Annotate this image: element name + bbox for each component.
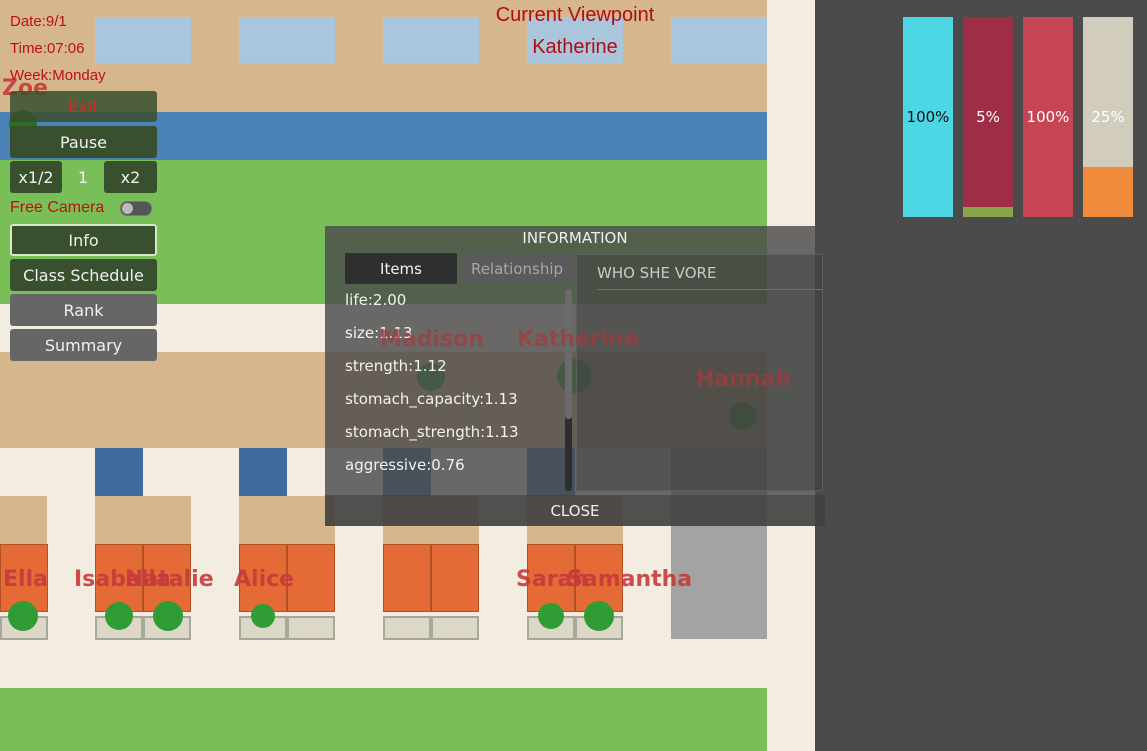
viewpoint-label: Current Viewpoint bbox=[495, 4, 655, 26]
status-bar: 25% bbox=[1083, 17, 1133, 217]
desk bbox=[431, 544, 479, 612]
tab-items[interactable]: Items bbox=[345, 253, 457, 284]
status-bar-label: 100% bbox=[1026, 108, 1070, 126]
character-ella[interactable] bbox=[8, 601, 38, 631]
viewpoint-name: Katherine bbox=[532, 36, 618, 58]
classroom-wall bbox=[95, 496, 191, 544]
date-label: Date:9/1 bbox=[10, 13, 67, 30]
character-name-ella: Ella bbox=[3, 567, 48, 592]
character-name-hannah: Hannah bbox=[696, 367, 792, 392]
status-bar-label: 100% bbox=[906, 108, 950, 126]
status-bar-label: 25% bbox=[1091, 108, 1125, 126]
desk bbox=[287, 544, 335, 612]
classroom-wall bbox=[0, 496, 47, 544]
desk-chair bbox=[431, 616, 479, 640]
time-label: Time:07:06 bbox=[10, 40, 85, 57]
class-schedule-button[interactable]: Class Schedule bbox=[10, 259, 157, 291]
grass-bottom bbox=[0, 688, 767, 751]
vore-divider bbox=[597, 289, 822, 290]
pillar bbox=[239, 448, 287, 496]
slower-button[interactable]: x1/2 bbox=[10, 161, 62, 193]
character-name-natalie: Natalie bbox=[125, 567, 214, 592]
character-isabella[interactable] bbox=[105, 602, 133, 630]
speed-value: 1 bbox=[77, 167, 89, 187]
character-name-alice: Alice bbox=[234, 567, 295, 592]
status-bar: 100% bbox=[903, 17, 953, 217]
summary-button[interactable]: Summary bbox=[10, 329, 157, 361]
desk bbox=[383, 544, 431, 612]
vore-header: WHO SHE VORE bbox=[597, 264, 717, 282]
pillar bbox=[95, 448, 143, 496]
stat-aggressive: aggressive:0.76 bbox=[345, 456, 465, 474]
character-name-katherine: Katherine bbox=[517, 327, 639, 352]
status-bar-fill bbox=[1083, 167, 1133, 217]
window bbox=[239, 17, 335, 63]
status-bar: 5% bbox=[963, 17, 1013, 217]
desk-chair bbox=[383, 616, 431, 640]
scrollbar-thumb[interactable] bbox=[565, 289, 572, 419]
exit-button[interactable]: Exit bbox=[10, 91, 157, 122]
character-natalie[interactable] bbox=[153, 601, 183, 631]
status-bar-fill bbox=[963, 207, 1013, 217]
free-camera-label: Free Camera bbox=[10, 199, 105, 216]
stat-stomach-capacity: stomach_capacity:1.13 bbox=[345, 390, 518, 408]
stat-stomach-strength: stomach_strength:1.13 bbox=[345, 423, 519, 441]
stat-life: life:2.00 bbox=[345, 291, 407, 309]
status-bar-label: 5% bbox=[976, 108, 1000, 126]
character-alice[interactable] bbox=[251, 604, 275, 628]
tab-relationship[interactable]: Relationship bbox=[461, 253, 573, 284]
stats-scrollbar[interactable] bbox=[565, 289, 572, 491]
panel-title: INFORMATION bbox=[522, 229, 628, 247]
toggle-knob bbox=[122, 203, 133, 214]
character-name-samantha: Samantha bbox=[567, 567, 693, 592]
week-label: Week:Monday bbox=[10, 67, 106, 84]
faster-button[interactable]: x2 bbox=[104, 161, 157, 193]
window bbox=[95, 17, 191, 63]
character-samantha[interactable] bbox=[584, 601, 614, 631]
desk-chair bbox=[287, 616, 335, 640]
stat-strength: strength:1.12 bbox=[345, 357, 447, 375]
free-camera-toggle[interactable] bbox=[120, 201, 152, 216]
character-sarah[interactable] bbox=[538, 603, 564, 629]
status-bar: 100% bbox=[1023, 17, 1073, 217]
rank-button[interactable]: Rank bbox=[10, 294, 157, 326]
info-button[interactable]: Info bbox=[10, 224, 157, 256]
close-button[interactable]: CLOSE bbox=[325, 495, 825, 526]
classroom-wall bbox=[239, 496, 335, 544]
character-name-madison: Madison bbox=[380, 327, 484, 352]
pause-button[interactable]: Pause bbox=[10, 126, 157, 158]
